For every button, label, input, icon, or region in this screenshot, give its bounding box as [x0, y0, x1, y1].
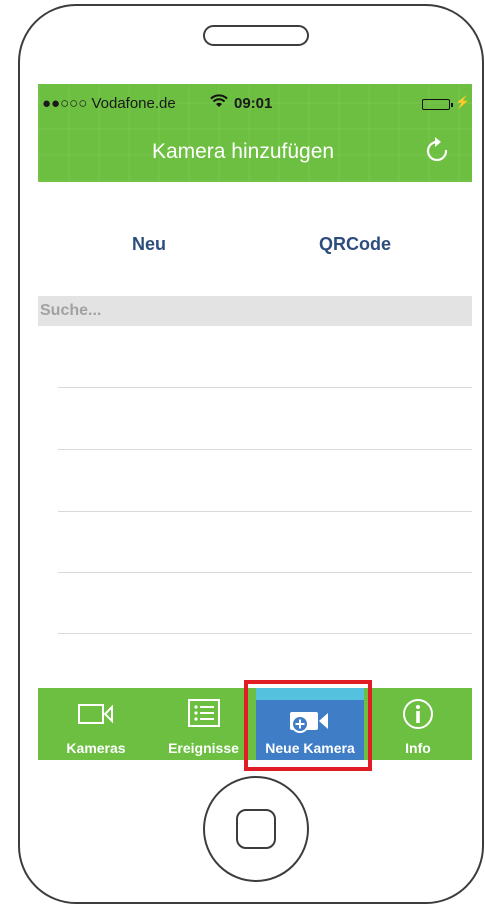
tab-kameras[interactable]: Kameras	[38, 688, 154, 760]
list-row-divider	[58, 572, 472, 573]
tab-ereignisse[interactable]: Ereignisse	[154, 688, 253, 760]
status-bar: ●●○○○ Vodafone.de 09:01 ⚡	[38, 84, 472, 116]
tab-label: Info	[405, 740, 431, 756]
header-bar: ●●○○○ Vodafone.de 09:01 ⚡ Kamera hinzufü…	[38, 84, 472, 182]
refresh-icon[interactable]	[420, 134, 454, 168]
tab-label: Neue Kamera	[265, 740, 355, 756]
search-field[interactable]: Suche...	[38, 296, 472, 326]
segment-neu[interactable]: Neu	[132, 234, 166, 255]
list-row-divider	[58, 633, 472, 634]
tab-bar: Kameras Ereignisse Neue Kamera Info	[38, 688, 472, 760]
tab-neue-kamera[interactable]: Neue Kamera	[256, 688, 364, 760]
tab-label: Ereignisse	[168, 740, 239, 756]
battery-icon	[422, 99, 453, 110]
carrier-label: ●●○○○ Vodafone.de	[42, 95, 176, 112]
active-tab-indicator	[256, 688, 364, 700]
list-icon	[187, 699, 220, 727]
app-screen: ●●○○○ Vodafone.de 09:01 ⚡ Kamera hinzufü…	[38, 84, 472, 760]
wifi-icon	[210, 94, 228, 107]
video-camera-icon	[78, 704, 113, 724]
list-row-divider	[58, 449, 472, 450]
tab-info[interactable]: Info	[364, 688, 472, 760]
list-row-divider	[58, 387, 472, 388]
tab-label: Kameras	[66, 740, 126, 756]
home-button-square-icon	[236, 809, 276, 849]
speaker-grille	[203, 25, 309, 46]
home-button[interactable]	[203, 776, 309, 882]
add-camera-icon	[290, 712, 328, 733]
search-placeholder: Suche...	[40, 302, 102, 319]
status-time: 09:01	[234, 95, 273, 112]
charging-icon: ⚡	[455, 95, 470, 109]
segment-qrcode[interactable]: QRCode	[319, 234, 391, 255]
page-title: Kamera hinzufügen	[151, 140, 335, 163]
info-icon	[403, 699, 433, 729]
list-row-divider	[58, 511, 472, 512]
